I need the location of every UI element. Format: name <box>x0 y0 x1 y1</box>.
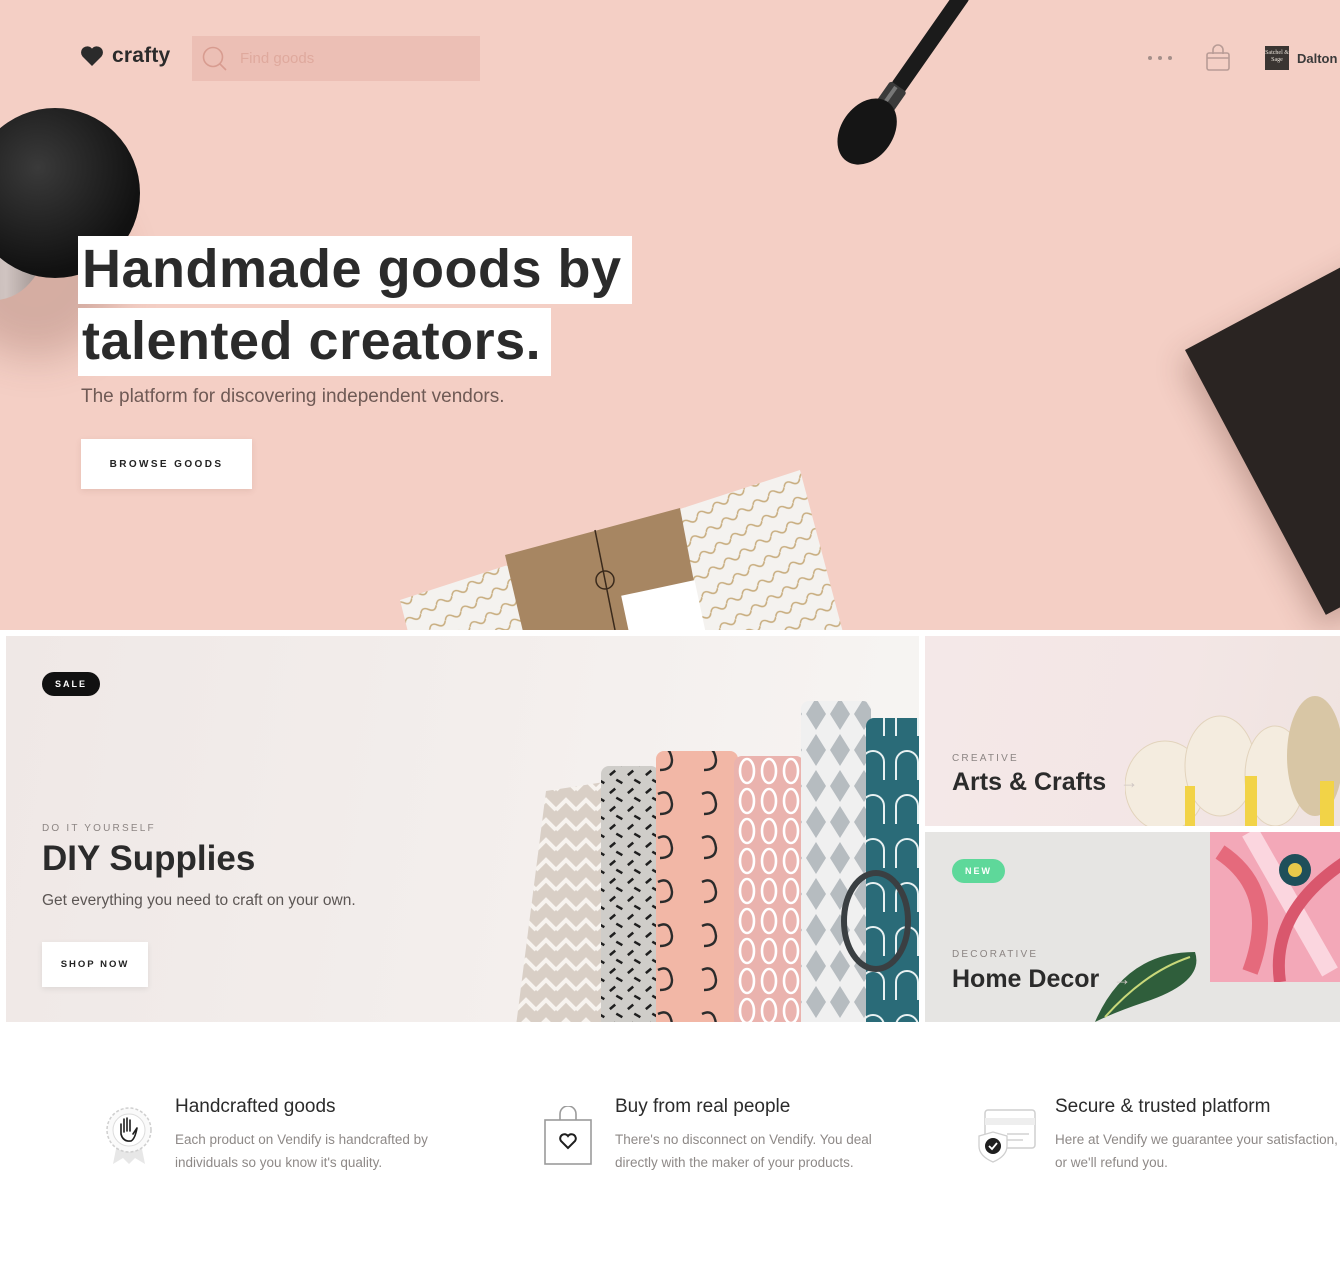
feature-description: Each product on Vendify is handcrafted b… <box>175 1132 428 1170</box>
arrow-right-icon[interactable]: → <box>1120 772 1138 793</box>
secure-card-icon <box>978 1109 1036 1163</box>
makeup-brush-decoration <box>837 0 969 165</box>
arrow-right-icon[interactable]: → <box>1113 969 1131 990</box>
promo-eyebrow: CREATIVE <box>952 753 1019 764</box>
hero-title-line-1: Handmade goods by <box>78 236 632 304</box>
feature-description: There's no disconnect on Vendify. You de… <box>615 1132 872 1170</box>
feature-title: Handcrafted goods <box>175 1096 336 1117</box>
search-icon <box>202 46 227 71</box>
promo-title-text: Home Decor <box>952 965 1100 993</box>
shopping-bag-icon <box>1206 44 1230 71</box>
promo-diy-supplies[interactable]: SALE DO IT YOURSELF DIY Supplies Get eve… <box>6 636 919 1022</box>
feature-title: Buy from real people <box>615 1096 791 1117</box>
dot-icon <box>1148 56 1152 60</box>
heart-bag-icon <box>544 1106 592 1165</box>
yarn-skeins-image <box>1125 696 1340 826</box>
feature-title: Secure & trusted platform <box>1055 1096 1271 1117</box>
hero-title: Handmade goods by talented creators. <box>78 236 632 376</box>
promo-title: Arts & Crafts → <box>952 768 1138 797</box>
feature-description: Here at Vendify we guarantee your satisf… <box>1055 1132 1338 1170</box>
dot-icon <box>1158 56 1162 60</box>
browse-goods-button[interactable]: BROWSE GOODS <box>81 439 252 489</box>
floral-canvas-image <box>1210 832 1340 982</box>
promo-title: Home Decor → <box>952 965 1131 994</box>
brand-logo[interactable]: crafty <box>80 44 170 68</box>
promo-title-text: Arts & Crafts <box>952 768 1107 796</box>
promo-eyebrow: DECORATIVE <box>952 949 1039 960</box>
hero-title-line-2: talented creators. <box>78 308 552 376</box>
shopping-bag-button[interactable] <box>1205 44 1231 77</box>
search-bar[interactable] <box>192 36 480 81</box>
avatar: Satchel & Sage <box>1265 46 1289 70</box>
new-badge: NEW <box>952 859 1005 883</box>
leather-notebook-decoration <box>1185 237 1340 615</box>
hero-section: crafty Satchel & Sage Dalton Handmade go… <box>0 0 1340 630</box>
wrapped-package-decoration <box>400 470 843 630</box>
fabric-rolls-image <box>516 701 919 1022</box>
user-name: Dalton <box>1297 50 1338 66</box>
promo-home-decor[interactable]: NEW DECORATIVE Home Decor → <box>925 832 1340 1022</box>
brand-name: crafty <box>112 44 171 67</box>
ribbon-hand-icon <box>106 1107 152 1164</box>
heart-logo-icon <box>81 46 103 66</box>
sale-badge: SALE <box>42 672 101 696</box>
promo-arts-crafts[interactable]: CREATIVE Arts & Crafts → <box>925 636 1340 826</box>
user-menu[interactable]: Satchel & Sage Dalton <box>1265 46 1337 70</box>
hero-subtitle: The platform for discovering independent… <box>81 386 505 407</box>
promo-description: Get everything you need to craft on your… <box>42 892 356 909</box>
more-options-button[interactable] <box>1144 52 1176 64</box>
search-input[interactable] <box>240 50 460 67</box>
promo-eyebrow: DO IT YOURSELF <box>42 823 156 834</box>
dot-icon <box>1168 56 1172 60</box>
promo-title: DIY Supplies <box>42 839 256 878</box>
shop-now-button[interactable]: SHOP NOW <box>42 942 148 987</box>
